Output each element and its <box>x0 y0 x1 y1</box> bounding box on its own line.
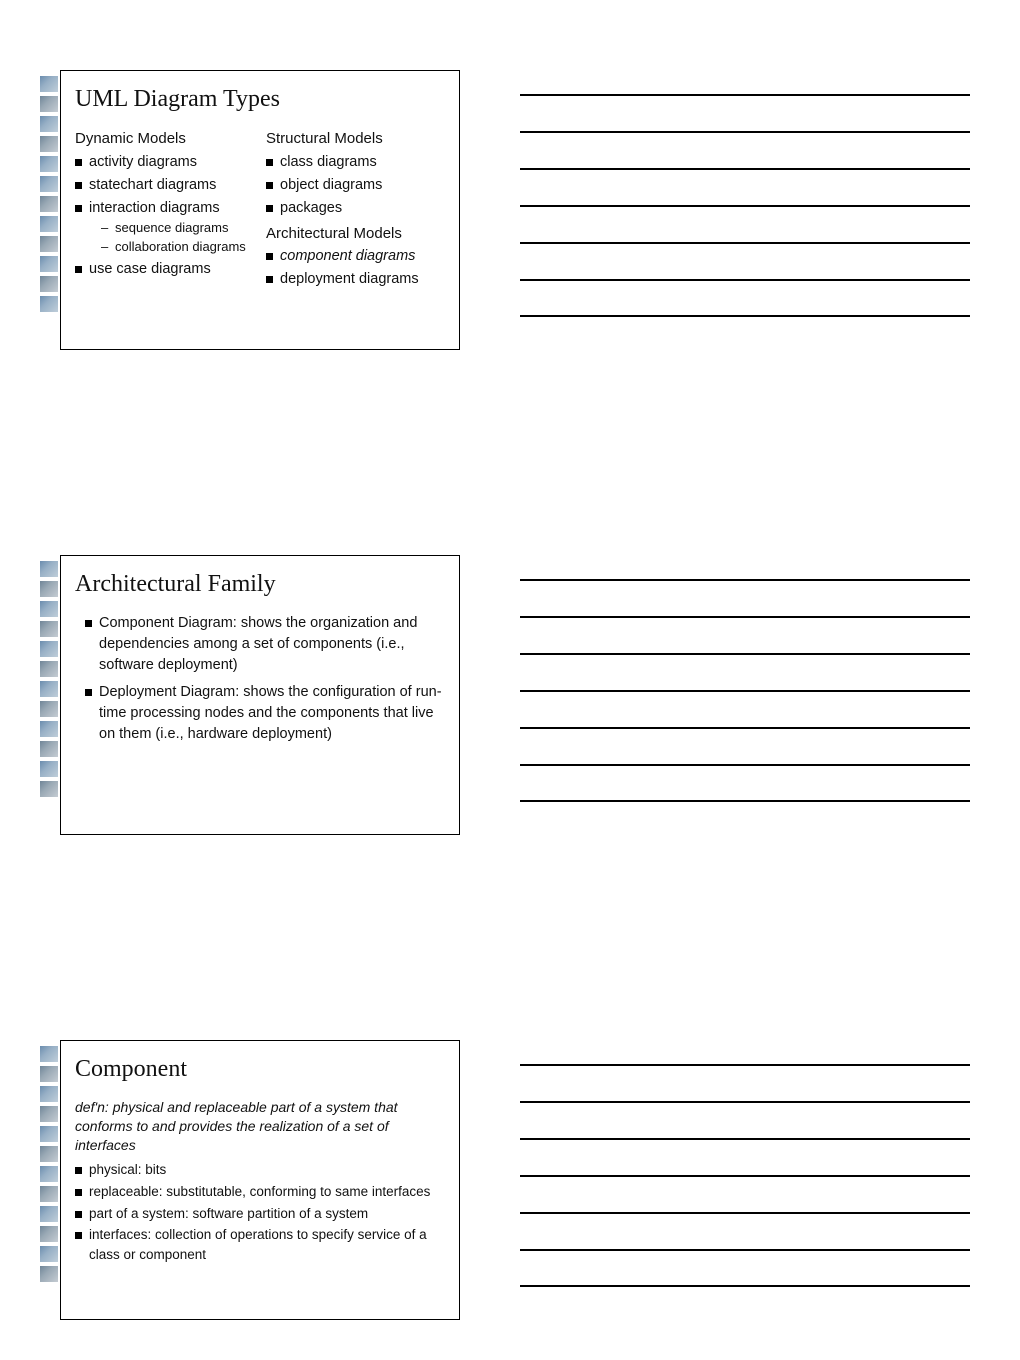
slide1-left-col: Dynamic Models activity diagrams statech… <box>75 128 252 293</box>
slide-decoration <box>40 70 60 350</box>
bullet-item: Deployment Diagram: shows the configurat… <box>85 682 443 745</box>
note-line <box>520 616 970 618</box>
bullet-item: Component Diagram: shows the organizatio… <box>85 613 443 676</box>
bullet-item: physical: bits <box>75 1160 443 1180</box>
bullet-item: part of a system: software partition of … <box>75 1204 443 1224</box>
slide-body: Component Diagram: shows the organizatio… <box>75 613 443 745</box>
slide-title: Component <box>75 1055 443 1084</box>
slide-frame: UML Diagram Types Dynamic Models activit… <box>60 70 460 350</box>
handout-row: UML Diagram Types Dynamic Models activit… <box>40 70 970 350</box>
note-line <box>520 764 970 766</box>
slide-body: def'n: physical and replaceable part of … <box>75 1098 443 1264</box>
notes-lines <box>520 1040 970 1320</box>
note-line <box>520 279 970 281</box>
slide-frame: Component def'n: physical and replaceabl… <box>60 1040 460 1320</box>
note-line <box>520 315 970 317</box>
note-line <box>520 1249 970 1251</box>
note-line <box>520 205 970 207</box>
note-line <box>520 1285 970 1287</box>
handout-row: Component def'n: physical and replaceabl… <box>40 1040 970 1320</box>
slide-body: Dynamic Models activity diagrams statech… <box>75 128 443 293</box>
definition-text: def'n: physical and replaceable part of … <box>75 1098 443 1155</box>
bullet-item: interaction diagrams sequence diagrams c… <box>75 198 252 258</box>
handout-row: Architectural Family Component Diagram: … <box>40 555 970 835</box>
slide-title: Architectural Family <box>75 570 443 599</box>
note-line <box>520 690 970 692</box>
note-line <box>520 242 970 244</box>
note-line <box>520 1175 970 1177</box>
note-line <box>520 653 970 655</box>
bullet-item: statechart diagrams <box>75 175 252 196</box>
notes-lines <box>520 70 970 350</box>
slide-decoration <box>40 555 60 835</box>
note-line <box>520 168 970 170</box>
slide-frame: Architectural Family Component Diagram: … <box>60 555 460 835</box>
slide-3: Component def'n: physical and replaceabl… <box>40 1040 460 1320</box>
bullet-item: packages <box>266 198 443 219</box>
col-heading: Dynamic Models <box>75 128 252 150</box>
note-line <box>520 1101 970 1103</box>
col-heading: Structural Models <box>266 128 443 150</box>
note-line <box>520 1138 970 1140</box>
subbullet-item: sequence diagrams <box>89 219 252 238</box>
note-line <box>520 1064 970 1066</box>
bullet-item: interfaces: collection of operations to … <box>75 1225 443 1264</box>
note-line <box>520 131 970 133</box>
subbullet-item: collaboration diagrams <box>89 238 252 257</box>
slide-decoration <box>40 1040 60 1320</box>
note-line <box>520 94 970 96</box>
bullet-item: deployment diagrams <box>266 269 443 290</box>
slide-1: UML Diagram Types Dynamic Models activit… <box>40 70 460 350</box>
slide-title: UML Diagram Types <box>75 85 443 114</box>
note-line <box>520 727 970 729</box>
note-line <box>520 800 970 802</box>
bullet-item: activity diagrams <box>75 152 252 173</box>
bullet-item: class diagrams <box>266 152 443 173</box>
bullet-item: replaceable: substitutable, conforming t… <box>75 1182 443 1202</box>
bullet-item: component diagrams <box>266 246 443 267</box>
slide1-right-col: Structural Models class diagrams object … <box>266 128 443 293</box>
col-heading: Architectural Models <box>266 223 443 245</box>
bullet-item: object diagrams <box>266 175 443 196</box>
note-line <box>520 1212 970 1214</box>
notes-lines <box>520 555 970 835</box>
note-line <box>520 579 970 581</box>
slide-2: Architectural Family Component Diagram: … <box>40 555 460 835</box>
bullet-item: use case diagrams <box>75 259 252 280</box>
